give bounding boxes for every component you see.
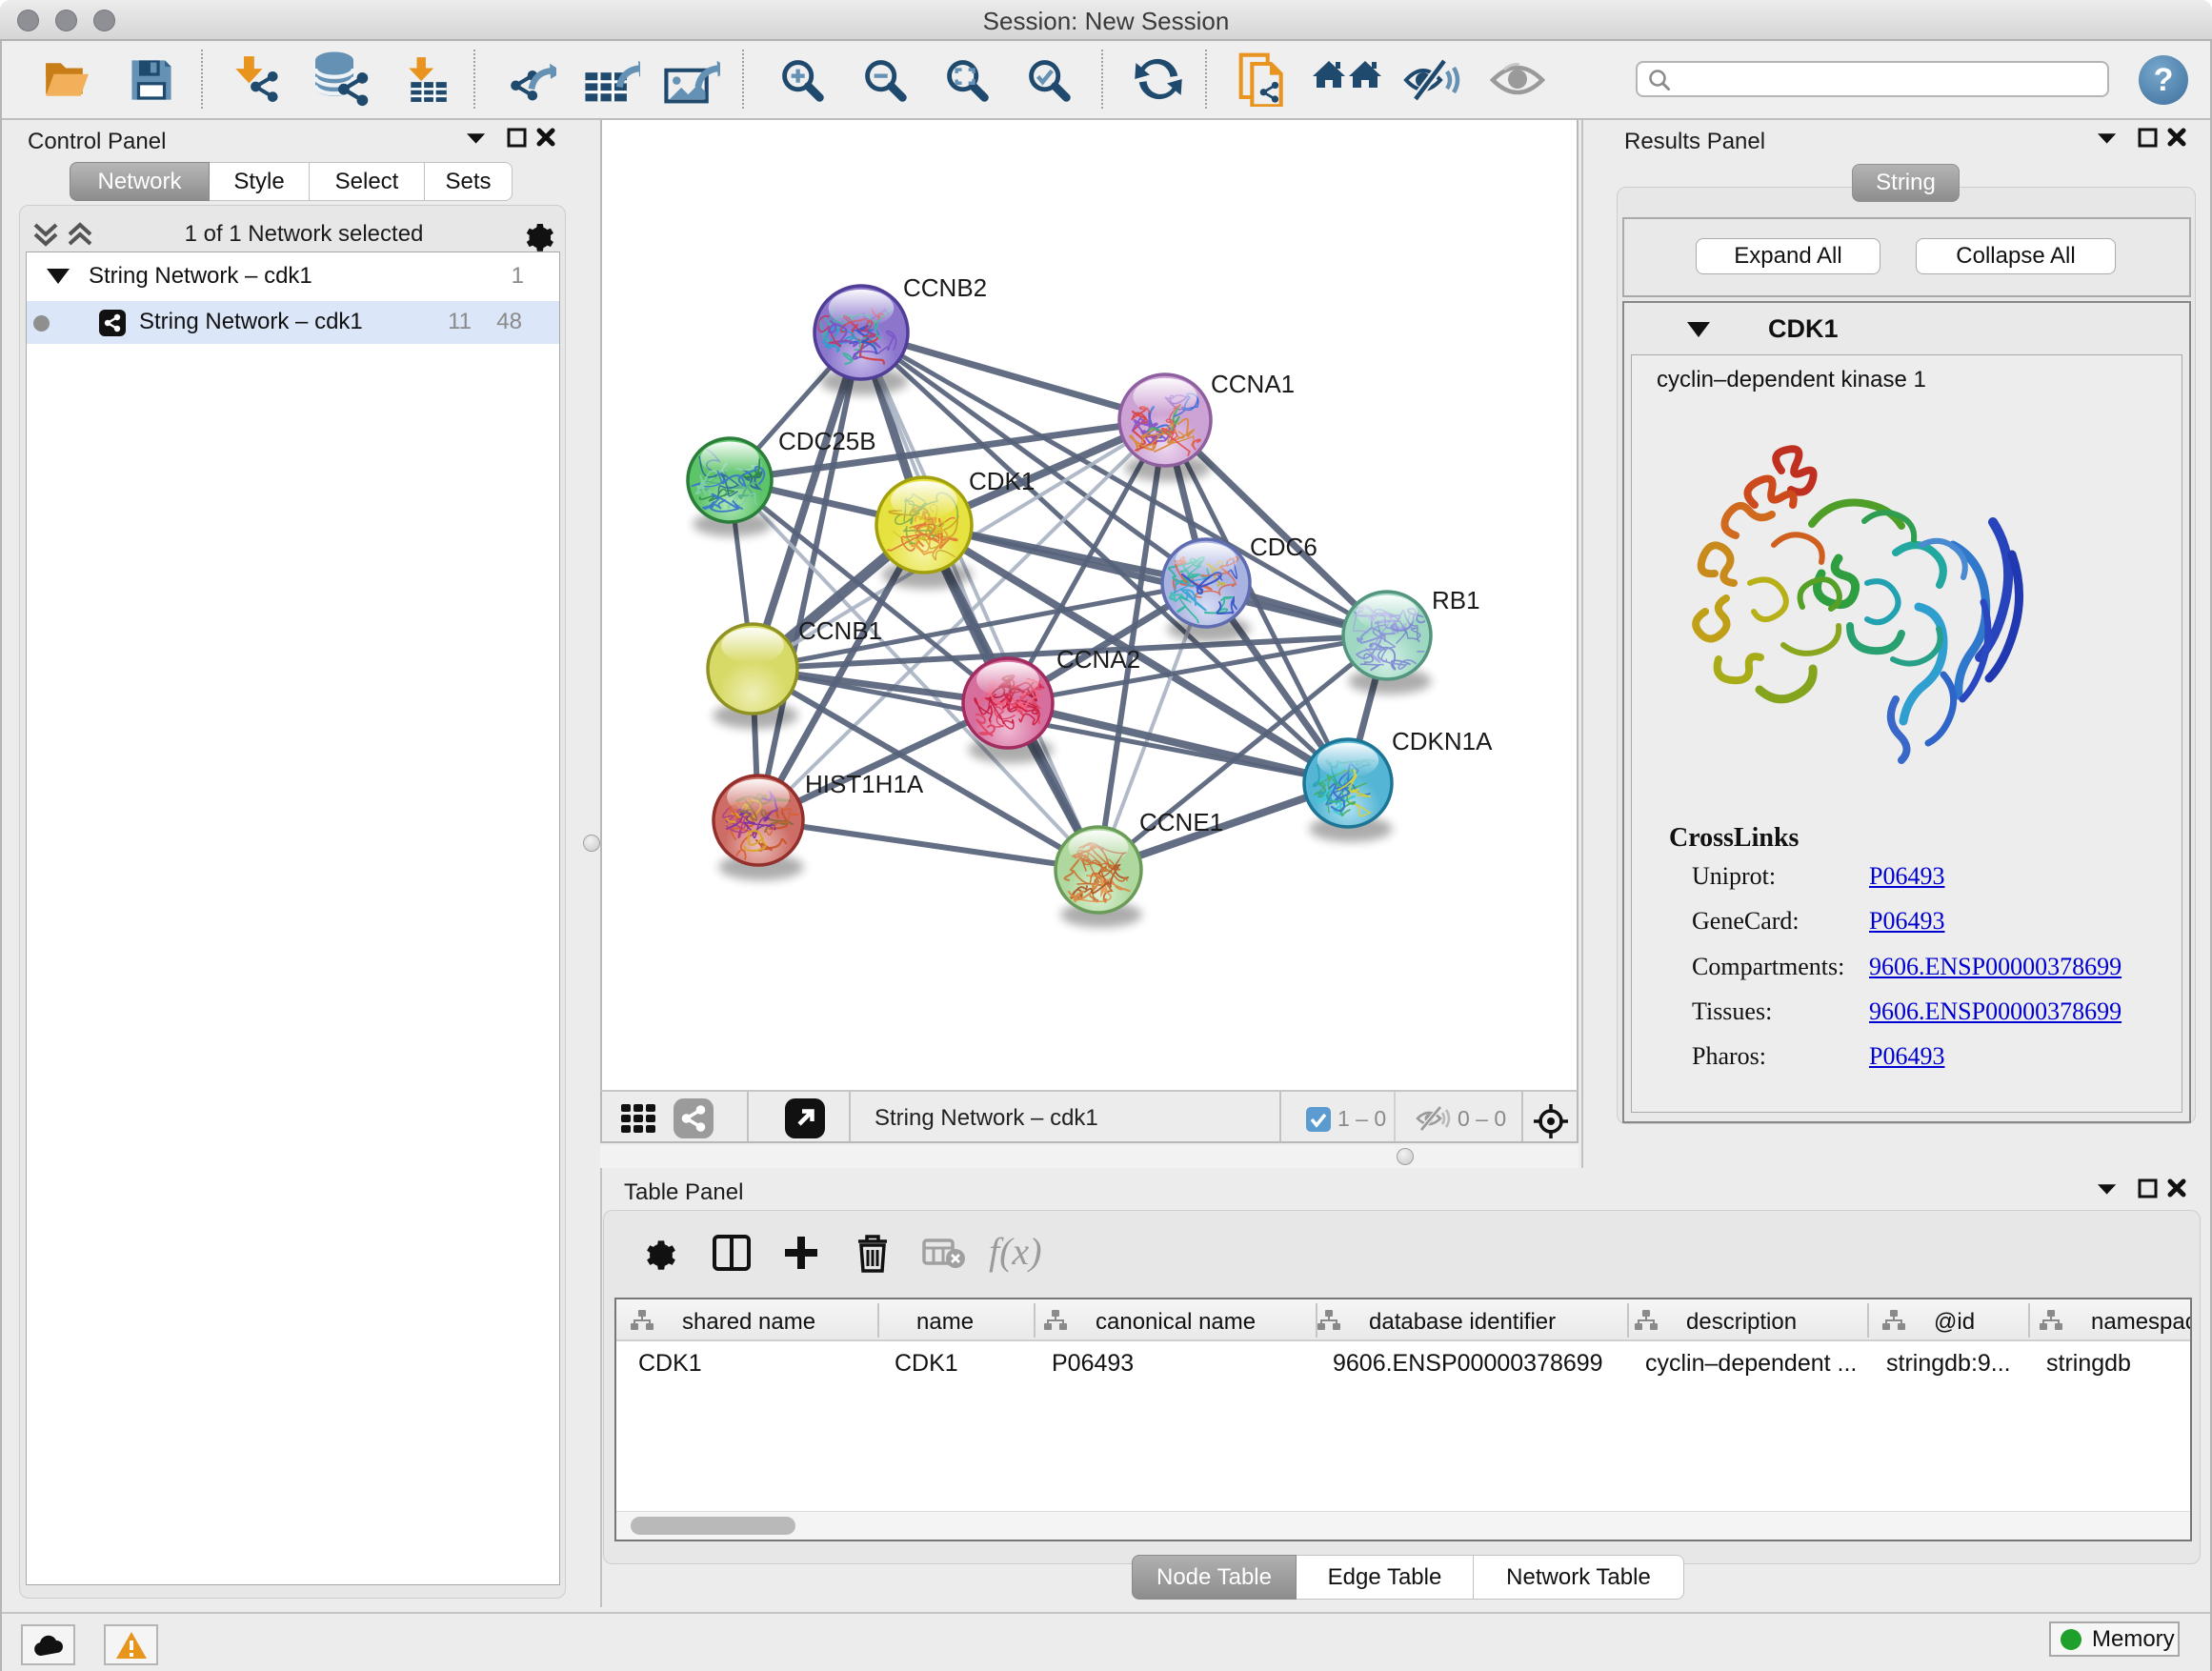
svg-text:HIST1H1A: HIST1H1A [805, 770, 924, 798]
svg-text:CCNE1: CCNE1 [1139, 808, 1223, 836]
svg-text:CDC6: CDC6 [1250, 533, 1317, 561]
svg-text:CDC25B: CDC25B [778, 427, 876, 455]
svg-text:CDKN1A: CDKN1A [1392, 727, 1493, 755]
svg-text:RB1: RB1 [1432, 586, 1480, 614]
svg-text:CCNA2: CCNA2 [1056, 645, 1140, 674]
svg-text:CDK1: CDK1 [969, 467, 1035, 495]
svg-text:CCNA1: CCNA1 [1211, 370, 1295, 398]
svg-text:CCNB2: CCNB2 [903, 273, 987, 302]
svg-text:CCNB1: CCNB1 [798, 616, 882, 645]
